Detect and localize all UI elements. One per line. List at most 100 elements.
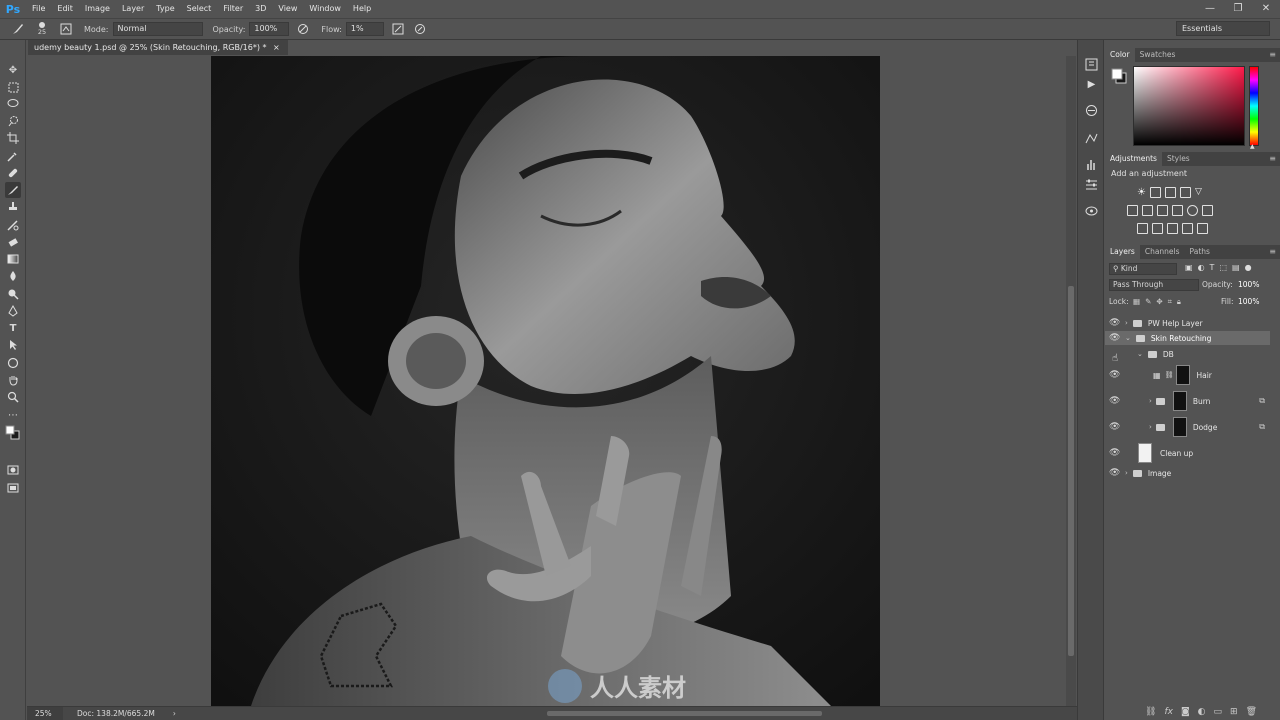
brush-tool-icon[interactable] [5, 182, 21, 198]
adjustments-panel-menu-icon[interactable]: ≡ [1269, 154, 1276, 163]
libraries-cloud-icon[interactable] [1083, 202, 1100, 219]
type-tool-icon[interactable]: T [5, 320, 21, 336]
pressure-opacity-icon[interactable] [295, 21, 311, 37]
black-white-icon[interactable] [1157, 205, 1168, 216]
quick-mask-icon[interactable] [5, 462, 21, 478]
gradient-map-icon[interactable] [1182, 223, 1193, 234]
status-arrow-icon[interactable]: › [173, 707, 176, 720]
color-swatches-icon[interactable] [5, 424, 21, 440]
clone-stamp-tool-icon[interactable] [5, 199, 21, 215]
ellipse-tool-icon[interactable] [5, 355, 21, 371]
filter-smart-object-icon[interactable]: ▤ [1232, 263, 1240, 272]
lock-pixels-icon[interactable]: ✎ [1145, 297, 1151, 307]
menu-image[interactable]: Image [79, 0, 116, 18]
layer-mask-thumbnail[interactable] [1176, 365, 1191, 385]
screen-mode-icon[interactable] [5, 480, 21, 496]
fill-value[interactable]: 100% [1238, 297, 1259, 306]
hue-saturation-icon[interactable] [1127, 205, 1138, 216]
layer-row[interactable]: 👁︎ › PW Help Layer [1105, 316, 1275, 330]
expand-chevron-icon[interactable]: › [1149, 423, 1152, 431]
selective-color-icon[interactable] [1197, 223, 1208, 234]
menu-layer[interactable]: Layer [116, 0, 150, 18]
foreground-background-swatches[interactable] [1111, 68, 1127, 86]
tab-color[interactable]: Color [1105, 48, 1135, 62]
zoom-tool-icon[interactable] [5, 389, 21, 405]
move-tool-icon[interactable]: ✥ [5, 62, 21, 78]
paths-panel-icon[interactable] [1083, 130, 1100, 147]
visibility-eye-icon[interactable]: 👁︎ [1109, 318, 1120, 328]
menu-help[interactable]: Help [347, 0, 377, 18]
expand-chevron-icon[interactable]: › [1125, 319, 1128, 327]
layer-row[interactable]: 👁︎ › Dodge ⧉ [1105, 415, 1275, 439]
add-mask-icon[interactable]: ◙ [1181, 707, 1190, 717]
filter-pixel-icon[interactable]: ▣ [1185, 263, 1193, 272]
tab-layers[interactable]: Layers [1105, 245, 1140, 259]
marquee-tool-icon[interactable] [5, 79, 21, 95]
tool-presets-icon[interactable] [1083, 156, 1100, 173]
close-document-icon[interactable]: × [273, 43, 280, 52]
path-selection-tool-icon[interactable] [5, 337, 21, 353]
history-brush-tool-icon[interactable] [5, 217, 21, 233]
layer-row[interactable]: 👁︎ Clean up [1105, 441, 1275, 465]
brightness-contrast-icon[interactable]: ☀ [1137, 187, 1146, 198]
tab-paths[interactable]: Paths [1185, 245, 1215, 259]
layer-row[interactable]: 👁︎ › Burn ⧉ [1105, 389, 1275, 413]
curves-icon[interactable] [1164, 187, 1176, 198]
hand-tool-icon[interactable] [5, 372, 21, 388]
tab-adjustments[interactable]: Adjustments [1105, 152, 1162, 166]
close-window-button[interactable]: ✕ [1252, 0, 1280, 18]
menu-type[interactable]: Type [150, 0, 180, 18]
horizontal-scroll-thumb[interactable] [547, 711, 822, 716]
brush-panel-toggle-icon[interactable] [58, 21, 74, 37]
lasso-tool-icon[interactable] [5, 96, 21, 112]
photo-filter-icon[interactable] [1172, 205, 1183, 216]
crop-tool-icon[interactable] [5, 130, 21, 146]
posterize-icon[interactable] [1152, 223, 1163, 234]
menu-3d[interactable]: 3D [249, 0, 272, 18]
filter-toggle-icon[interactable]: ● [1245, 263, 1252, 272]
menu-window[interactable]: Window [303, 0, 347, 18]
lock-position-icon[interactable]: ✥ [1156, 297, 1162, 307]
opacity-field[interactable]: 100% [249, 22, 290, 36]
quick-select-tool-icon[interactable] [5, 113, 21, 129]
filter-type-icon[interactable]: T [1210, 263, 1215, 272]
menu-file[interactable]: File [26, 0, 51, 18]
menu-filter[interactable]: Filter [217, 0, 249, 18]
workspace-switcher[interactable]: Essentials [1176, 21, 1270, 36]
menu-edit[interactable]: Edit [51, 0, 79, 18]
blur-tool-icon[interactable] [5, 268, 21, 284]
link-layers-icon[interactable]: ⛓︎ [1145, 707, 1156, 717]
blend-mode-select[interactable]: Pass Through [1109, 279, 1199, 291]
delete-layer-icon[interactable]: 🗑︎ [1246, 707, 1257, 717]
layer-row[interactable]: 👁︎ ▦ ⛓︎ Hair [1105, 363, 1275, 387]
layer-opacity-value[interactable]: 100% [1238, 280, 1259, 289]
exposure-icon[interactable] [1179, 187, 1191, 198]
tab-swatches[interactable]: Swatches [1135, 48, 1181, 62]
layer-filter-kind[interactable]: ⚲ Kind [1109, 263, 1177, 275]
visibility-eye-icon[interactable]: 👁︎ [1109, 448, 1120, 458]
layer-mask-thumbnail[interactable] [1172, 417, 1187, 437]
layers-panel-menu-icon[interactable]: ≡ [1269, 247, 1276, 256]
menu-view[interactable]: View [272, 0, 303, 18]
visibility-eye-icon[interactable]: 👁︎ [1109, 468, 1120, 478]
gradient-tool-icon[interactable] [5, 251, 21, 267]
layer-style-fx-icon[interactable]: fx [1164, 707, 1173, 717]
layer-row-selected[interactable]: 👁︎ ⌄ Skin Retouching [1105, 331, 1270, 345]
tab-channels[interactable]: Channels [1140, 245, 1185, 259]
adjustment-sliders-icon[interactable] [1083, 176, 1100, 193]
new-group-icon[interactable]: ▭ [1214, 707, 1223, 717]
layer-row[interactable]: ⌄ DB [1105, 347, 1275, 361]
tab-styles[interactable]: Styles [1162, 152, 1195, 166]
more-tools-icon[interactable]: ⋯ [5, 407, 21, 423]
pen-tool-icon[interactable] [5, 303, 21, 319]
color-panel-menu-icon[interactable]: ≡ [1269, 50, 1276, 59]
color-lookup-icon[interactable] [1202, 205, 1213, 216]
minimize-button[interactable]: — [1196, 0, 1224, 18]
vibrance-icon[interactable]: ▽ [1195, 187, 1202, 198]
menu-select[interactable]: Select [181, 0, 218, 18]
airbrush-icon[interactable] [390, 21, 406, 37]
layer-thumbnail[interactable] [1138, 443, 1152, 463]
brush-size-picker[interactable]: 25 [32, 21, 52, 37]
brush-tool-preset-icon[interactable] [10, 21, 26, 37]
levels-icon[interactable] [1149, 187, 1161, 198]
